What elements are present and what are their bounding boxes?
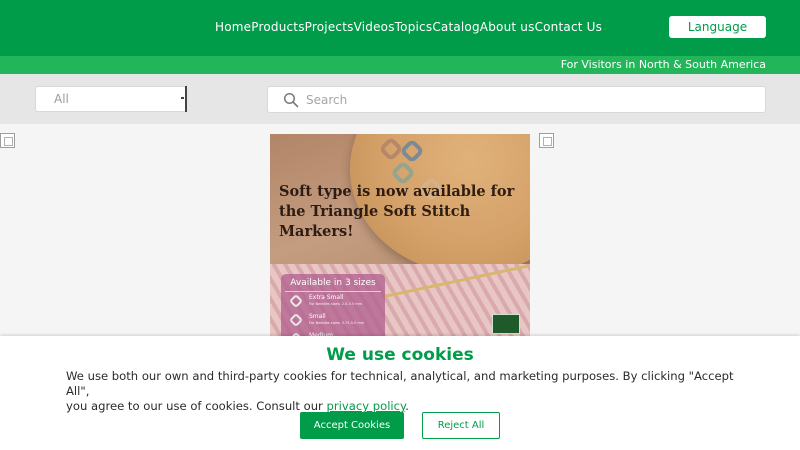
size-row: Extra Small For Needles sizes: 2.0-3.5 m… [281,293,385,311]
nav-products[interactable]: Products [251,19,304,35]
cookie-banner: We use cookies We use both our own and t… [0,336,800,450]
broken-image-icon [539,133,554,148]
category-select-value: All [54,92,69,106]
select-handle[interactable] [181,86,187,112]
nav-projects[interactable]: Projects [305,19,354,35]
size-sub: For Needles sizes: 3.75-5.0 mm [309,321,365,325]
top-header: Home Products Projects Videos Topics Cat… [0,0,800,56]
cookie-text-line2: you agree to our use of cookies. Consult… [66,399,327,413]
category-select[interactable]: All [35,86,187,112]
cookie-title: We use cookies [326,345,474,365]
language-button[interactable]: Language [669,16,766,38]
nav-topics[interactable]: Topics [395,19,433,35]
privacy-policy-link[interactable]: privacy policy [327,399,406,413]
cookie-text-line1: We use both our own and third-party cook… [66,369,734,398]
main-nav: Home Products Projects Videos Topics Cat… [215,19,602,35]
nav-videos[interactable]: Videos [354,19,395,35]
search-row: All [0,74,800,124]
cookie-text-end: . [405,399,409,413]
nav-catalog[interactable]: Catalog [432,19,479,35]
triangle-icon [288,312,304,328]
nav-home[interactable]: Home [215,19,251,35]
cookie-text: We use both our own and third-party cook… [66,369,736,414]
size-name: Small [309,313,326,320]
brand-badge [492,314,520,334]
search-icon[interactable] [283,92,299,108]
size-name: Extra Small [309,294,344,301]
sizes-title: Available in 3 sizes [285,278,381,292]
promo-banner[interactable]: Soft type is now available for the Trian… [270,134,530,344]
search-input[interactable] [306,91,746,109]
search-box[interactable] [267,86,766,113]
reject-all-button[interactable]: Reject All [422,412,500,439]
region-notice-bar: For Visitors in North & South America [0,56,800,74]
sizes-panel: Available in 3 sizes Extra Small For Nee… [281,274,385,344]
nav-about-us[interactable]: About us [480,19,535,35]
broken-image-icon [0,133,15,148]
nav-contact-us[interactable]: Contact Us [535,19,603,35]
accept-cookies-button[interactable]: Accept Cookies [300,412,404,439]
banner-headline: Soft type is now available for the Trian… [279,183,515,240]
triangle-icon [288,293,304,309]
region-notice-text: For Visitors in North & South America [560,58,766,71]
size-sub: For Needles sizes: 2.0-3.5 mm [309,302,363,306]
size-row: Small For Needles sizes: 3.75-5.0 mm [281,312,385,330]
